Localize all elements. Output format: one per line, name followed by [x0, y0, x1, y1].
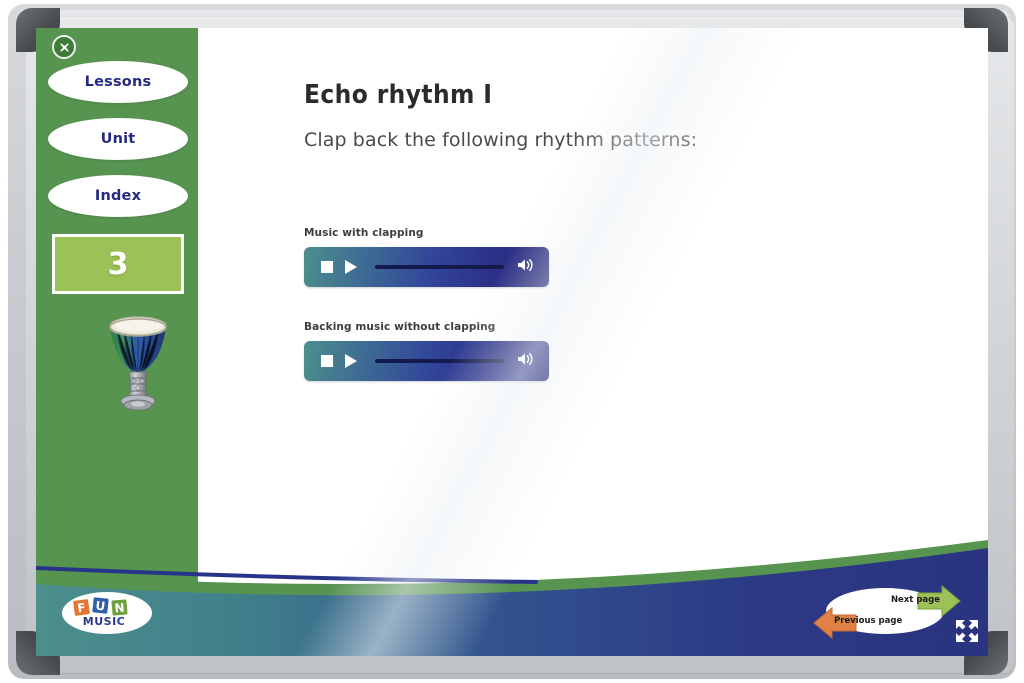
sidebar-item-label: Index: [94, 188, 142, 204]
audio-player[interactable]: [304, 341, 549, 381]
fun-music-logo[interactable]: F U N MUSIC: [62, 592, 152, 634]
audio-block-music-with-clapping: Music with clapping: [304, 227, 549, 287]
page-navigation: Next page Previous page: [812, 580, 962, 642]
stop-icon[interactable]: [321, 261, 333, 273]
volume-icon[interactable]: [516, 257, 536, 277]
page-number-value: 3: [107, 246, 129, 282]
page-title: Echo rhythm I: [304, 80, 493, 110]
stop-icon[interactable]: [321, 355, 333, 367]
audio-label: Music with clapping: [304, 227, 424, 239]
play-icon[interactable]: [345, 260, 357, 274]
audio-label: Backing music without clapping: [304, 321, 496, 333]
page-number-badge[interactable]: 3: [52, 234, 184, 294]
svg-text:U: U: [95, 599, 106, 614]
sidebar-item-lessons[interactable]: Lessons: [48, 61, 188, 103]
previous-page-label[interactable]: Previous page: [834, 616, 902, 626]
sidebar-item-label: Unit: [100, 131, 136, 147]
page-subtitle: Clap back the following rhythm patterns:: [304, 129, 698, 151]
audio-block-backing-music: Backing music without clapping: [304, 321, 549, 381]
close-circle-icon[interactable]: [52, 35, 76, 59]
main-content: Echo rhythm I Clap back the following rh…: [198, 28, 988, 656]
volume-icon[interactable]: [516, 351, 536, 371]
play-icon[interactable]: [345, 354, 357, 368]
progress-track[interactable]: [375, 265, 504, 269]
next-page-label[interactable]: Next page: [891, 595, 940, 605]
screenshot-root: Echo rhythm I Clap back the following rh…: [0, 0, 1024, 683]
djembe-drum-icon: [102, 310, 174, 418]
audio-player[interactable]: [304, 247, 549, 287]
sidebar: Lessons Unit Index 3: [36, 28, 198, 656]
progress-track[interactable]: [375, 359, 504, 363]
sidebar-item-index[interactable]: Index: [48, 175, 188, 217]
lesson-screen: Echo rhythm I Clap back the following rh…: [36, 28, 988, 656]
svg-text:N: N: [114, 601, 125, 616]
svg-text:MUSIC: MUSIC: [83, 615, 125, 628]
sidebar-item-label: Lessons: [84, 74, 152, 90]
sidebar-item-unit[interactable]: Unit: [48, 118, 188, 160]
fullscreen-expand-icon[interactable]: [954, 618, 980, 644]
